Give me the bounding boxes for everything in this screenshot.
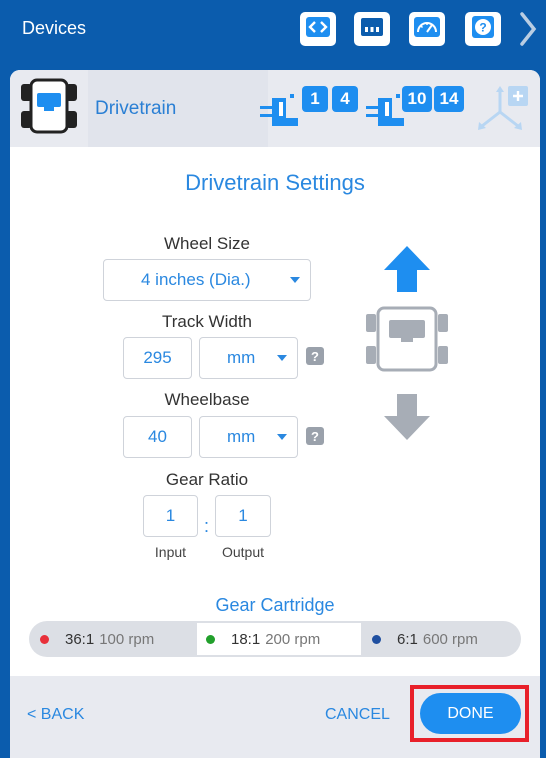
done-button[interactable]: DONE: [420, 693, 521, 734]
port-badge: 4: [332, 86, 358, 112]
chevron-down-icon: [277, 434, 287, 440]
gear-ratio-output-label: Output: [221, 544, 265, 560]
gear-ratio-input[interactable]: 1: [143, 495, 198, 537]
cancel-button[interactable]: CANCEL: [325, 706, 390, 724]
track-width-unit: mm: [227, 348, 256, 367]
chevron-down-icon: [290, 277, 300, 283]
add-gyro-icon: [474, 86, 534, 138]
port-icon: [360, 16, 384, 43]
dashboard-icon: [413, 16, 441, 43]
wheelbase-unit-dropdown[interactable]: mm: [199, 416, 298, 458]
wheelbase-input[interactable]: 40: [123, 416, 192, 458]
cartridge-ratio: 6:1: [397, 630, 418, 648]
wheel-size-value: 4 inches (Dia.): [141, 270, 251, 289]
help-button[interactable]: ?: [465, 12, 501, 46]
track-width-unit-dropdown[interactable]: mm: [199, 337, 298, 379]
port-badge: 1: [302, 86, 328, 112]
cartridge-rpm: 600 rpm: [422, 630, 478, 648]
wheel-size-dropdown[interactable]: 4 inches (Dia.): [103, 259, 311, 301]
drivetrain-panel: Drivetrain 1 4 10 14 Drivetrain Settings…: [10, 70, 540, 758]
top-bar: Devices ?: [0, 0, 546, 60]
left-motor-group[interactable]: 1 4: [260, 84, 360, 134]
gear-ratio-input-label: Input: [154, 544, 187, 560]
gear-cartridge-selector: 36:1 100 rpm 18:1 200 rpm 6:1 600 rpm: [29, 621, 521, 657]
code-icon: [305, 16, 331, 43]
drivetrain-tab[interactable]: [10, 70, 88, 147]
drivetrain-icon: [18, 75, 80, 142]
wheelbase-help-icon[interactable]: ?: [306, 427, 324, 445]
page-title: Devices: [22, 18, 87, 38]
cartridge-rpm: 200 rpm: [265, 630, 321, 648]
wheelbase-label: Wheelbase: [164, 390, 250, 409]
drivetrain-direction-diagram: [365, 240, 449, 444]
add-sensor-button[interactable]: [474, 84, 534, 134]
svg-text:?: ?: [479, 20, 486, 34]
wheel-size-label: Wheel Size: [164, 234, 250, 253]
cartridge-ratio: 18:1: [231, 630, 261, 648]
dashboard-button[interactable]: [409, 12, 445, 46]
cartridge-option-6-1[interactable]: 6:1 600 rpm: [372, 621, 512, 657]
port-badge: 14: [434, 86, 464, 112]
footer-bar: < BACK CANCEL DONE: [10, 676, 540, 758]
port-badge: 10: [402, 86, 432, 112]
cartridge-option-18-1[interactable]: 18:1 200 rpm: [197, 623, 361, 655]
devices-button[interactable]: [354, 12, 390, 46]
track-width-label: Track Width: [161, 312, 253, 331]
next-button[interactable]: [516, 10, 540, 48]
gear-ratio-separator: :: [204, 516, 210, 536]
help-icon: ?: [471, 15, 495, 44]
chevron-down-icon: [277, 355, 287, 361]
red-dot-icon: [40, 634, 49, 644]
right-motor-group[interactable]: 10 14: [366, 84, 466, 134]
gear-cartridge-title: Gear Cartridge: [215, 595, 335, 615]
gear-ratio-label: Gear Ratio: [165, 470, 249, 489]
cartridge-rpm: 100 rpm: [99, 630, 155, 648]
wheelbase-unit: mm: [227, 427, 256, 446]
device-name: Drivetrain: [88, 70, 268, 147]
green-dot-icon: [206, 634, 215, 644]
gear-ratio-output[interactable]: 1: [215, 495, 271, 537]
code-button[interactable]: [300, 12, 336, 46]
cartridge-ratio: 36:1: [65, 630, 95, 648]
settings-title: Drivetrain Settings: [185, 170, 365, 195]
track-width-help-icon[interactable]: ?: [306, 347, 324, 365]
cartridge-option-36-1[interactable]: 36:1 100 rpm: [40, 621, 197, 657]
blue-dot-icon: [372, 634, 381, 644]
device-header: Drivetrain 1 4 10 14: [10, 70, 540, 147]
chevron-right-icon: [516, 12, 540, 52]
back-button[interactable]: < BACK: [27, 706, 84, 724]
track-width-input[interactable]: 295: [123, 337, 192, 379]
